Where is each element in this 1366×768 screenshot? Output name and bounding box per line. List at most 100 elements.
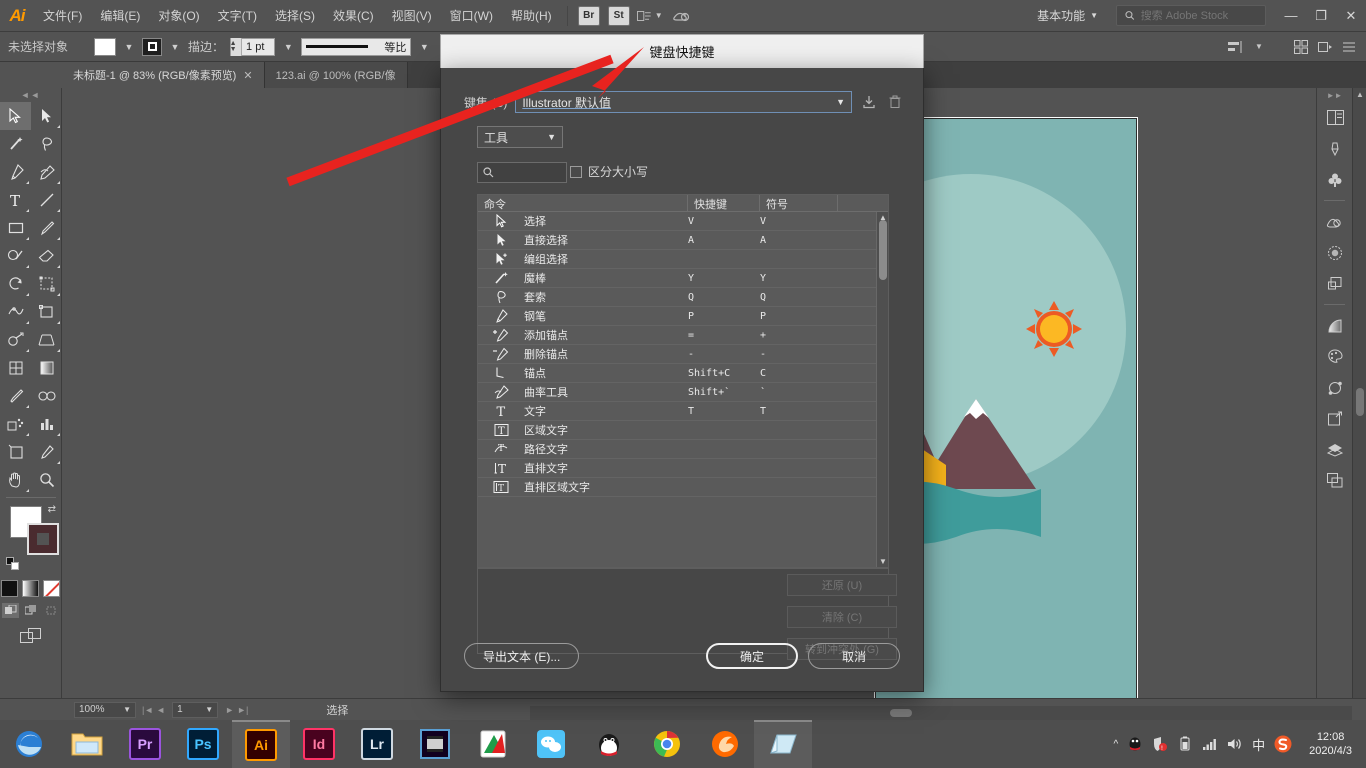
shaper-tool[interactable] [0, 242, 31, 270]
scroll-down-icon[interactable]: ▼ [879, 557, 887, 566]
stroke-weight-dropdown-icon[interactable]: ▼ [281, 38, 295, 56]
menu-edit[interactable]: 编辑(E) [91, 0, 149, 32]
case-sensitive-checkbox[interactable] [570, 166, 582, 178]
panel-dock-grip[interactable]: ►► [1317, 88, 1352, 102]
table-row[interactable]: 锚点Shift+CC [478, 364, 888, 383]
color-guide-panel-icon[interactable] [1317, 237, 1353, 268]
table-row[interactable]: T直排文字 [478, 459, 888, 478]
tray-sogou-icon[interactable] [1274, 735, 1292, 753]
bridge-button[interactable]: Br [578, 6, 600, 26]
prev-artboard-icon[interactable]: ◄ [156, 705, 165, 715]
command-search-input[interactable] [498, 167, 560, 179]
menu-effect[interactable]: 效果(C) [324, 0, 383, 32]
next-artboard-icon[interactable]: ► [225, 705, 234, 715]
table-row[interactable]: 编组选择 [478, 250, 888, 269]
category-dropdown[interactable]: 工具 ▼ [477, 126, 563, 148]
swatches-panel-icon[interactable] [1317, 341, 1353, 372]
line-segment-tool[interactable] [31, 186, 62, 214]
stroke-color-swatch[interactable] [142, 38, 162, 56]
transform-panel-icon[interactable] [1317, 403, 1353, 434]
screen-mode-button[interactable] [0, 628, 61, 644]
last-artboard-icon[interactable]: ►| [237, 705, 248, 715]
taskbar-illustrator[interactable]: Ai [232, 720, 290, 768]
taskbar-file-explorer[interactable] [58, 720, 116, 768]
stroke-color-box[interactable] [27, 523, 59, 555]
tab-close-icon[interactable]: ✕ [243, 69, 252, 82]
draw-inside-mode[interactable] [42, 603, 59, 618]
direct-selection-tool[interactable] [31, 102, 62, 130]
magic-wand-tool[interactable] [0, 130, 31, 158]
default-fill-stroke-icon[interactable] [6, 557, 19, 570]
free-transform-tool[interactable] [31, 298, 62, 326]
fill-dropdown-icon[interactable]: ▼ [122, 38, 136, 56]
zoom-level-field[interactable]: 100% ▼ [74, 702, 136, 718]
symbol-sprayer-tool[interactable] [0, 410, 31, 438]
taskbar-edge-browser[interactable] [0, 720, 58, 768]
taskbar-wechat[interactable] [522, 720, 580, 768]
tray-antivirus-icon[interactable]: ! [1152, 736, 1168, 752]
menu-file[interactable]: 文件(F) [34, 0, 91, 32]
tray-ime-icon[interactable]: 中 [1252, 735, 1265, 754]
case-sensitive-row[interactable]: 区分大小写 [570, 163, 648, 180]
menu-select[interactable]: 选择(S) [266, 0, 324, 32]
zoom-dropdown-icon[interactable]: ▼ [123, 705, 131, 714]
mesh-tool[interactable] [0, 354, 31, 382]
blend-tool[interactable] [31, 382, 62, 410]
eraser-tool[interactable] [31, 242, 62, 270]
taskbar-pdf-reader[interactable] [464, 720, 522, 768]
save-keyset-icon[interactable] [860, 92, 878, 112]
arrange-documents-icon[interactable]: ▼ [637, 5, 663, 27]
table-row[interactable]: 删除锚点-- [478, 345, 888, 364]
minimize-button[interactable]: — [1276, 0, 1306, 32]
cc-libraries-icon[interactable] [669, 5, 695, 27]
workspace-switcher[interactable]: 基本功能 ▼ [1029, 4, 1106, 27]
color-mode-gradient[interactable] [22, 580, 39, 597]
undo-button[interactable]: 还原 (U) [787, 574, 897, 596]
tools-panel-grip[interactable]: ◄◄ [0, 88, 61, 102]
table-row[interactable]: T路径文字 [478, 440, 888, 459]
zoom-tool[interactable] [31, 466, 62, 494]
hamburger-menu-icon[interactable] [1338, 36, 1360, 58]
rectangle-tool[interactable] [0, 214, 31, 242]
scrollbar-thumb[interactable] [1356, 388, 1364, 416]
menu-type[interactable]: 文字(T) [209, 0, 266, 32]
menu-view[interactable]: 视图(V) [383, 0, 441, 32]
layers-panel-icon[interactable] [1317, 434, 1353, 465]
close-button[interactable]: ✕ [1336, 0, 1366, 32]
tray-volume-icon[interactable] [1227, 737, 1243, 751]
width-tool[interactable] [0, 298, 31, 326]
taskbar-qq[interactable] [580, 720, 638, 768]
menu-help[interactable]: 帮助(H) [502, 0, 561, 32]
taskbar-firefox[interactable] [696, 720, 754, 768]
canvas-horizontal-scrollbar[interactable] [530, 706, 1352, 720]
command-search-field[interactable] [477, 162, 567, 183]
hand-tool[interactable] [0, 466, 31, 494]
type-tool[interactable]: T [0, 186, 31, 214]
keyset-dropdown[interactable]: Illustrator 默认值 ▼ [515, 91, 852, 113]
draw-behind-mode[interactable] [22, 603, 39, 618]
taskbar-lightroom[interactable]: Lr [348, 720, 406, 768]
canvas-vertical-scrollbar[interactable]: ▲ ▼ [1352, 88, 1366, 710]
slice-tool[interactable] [31, 438, 62, 466]
taskbar-clock[interactable]: 12:08 2020/4/3 [1301, 730, 1360, 758]
table-scrollbar-thumb[interactable] [879, 220, 887, 280]
symbols-panel-icon[interactable] [1317, 164, 1353, 195]
first-artboard-icon[interactable]: |◄ [142, 705, 153, 715]
artboard-tool[interactable] [0, 438, 31, 466]
arrange-grid-icon[interactable] [1290, 36, 1312, 58]
align-dropdown-icon[interactable]: ▼ [1248, 36, 1270, 58]
swap-fill-stroke-icon[interactable]: ⇄ [48, 504, 56, 515]
tray-network-icon[interactable] [1202, 737, 1218, 751]
stock-search-box[interactable] [1116, 5, 1266, 26]
taskbar-media-encoder[interactable] [406, 720, 464, 768]
stroke-dropdown-icon[interactable]: ▼ [168, 38, 182, 56]
rotate-tool[interactable] [0, 270, 31, 298]
taskbar-notepad-window[interactable] [754, 720, 812, 768]
delete-keyset-icon[interactable] [886, 92, 904, 112]
fill-color-swatch[interactable] [94, 38, 116, 56]
table-row[interactable]: 钢笔PP [478, 307, 888, 326]
document-tab-123ai[interactable]: 123.ai @ 100% (RGB/像 [265, 62, 408, 88]
gradient-panel-icon[interactable] [1317, 310, 1353, 341]
appearance-panel-icon[interactable] [1317, 372, 1353, 403]
table-row[interactable]: 选择VV [478, 212, 888, 231]
